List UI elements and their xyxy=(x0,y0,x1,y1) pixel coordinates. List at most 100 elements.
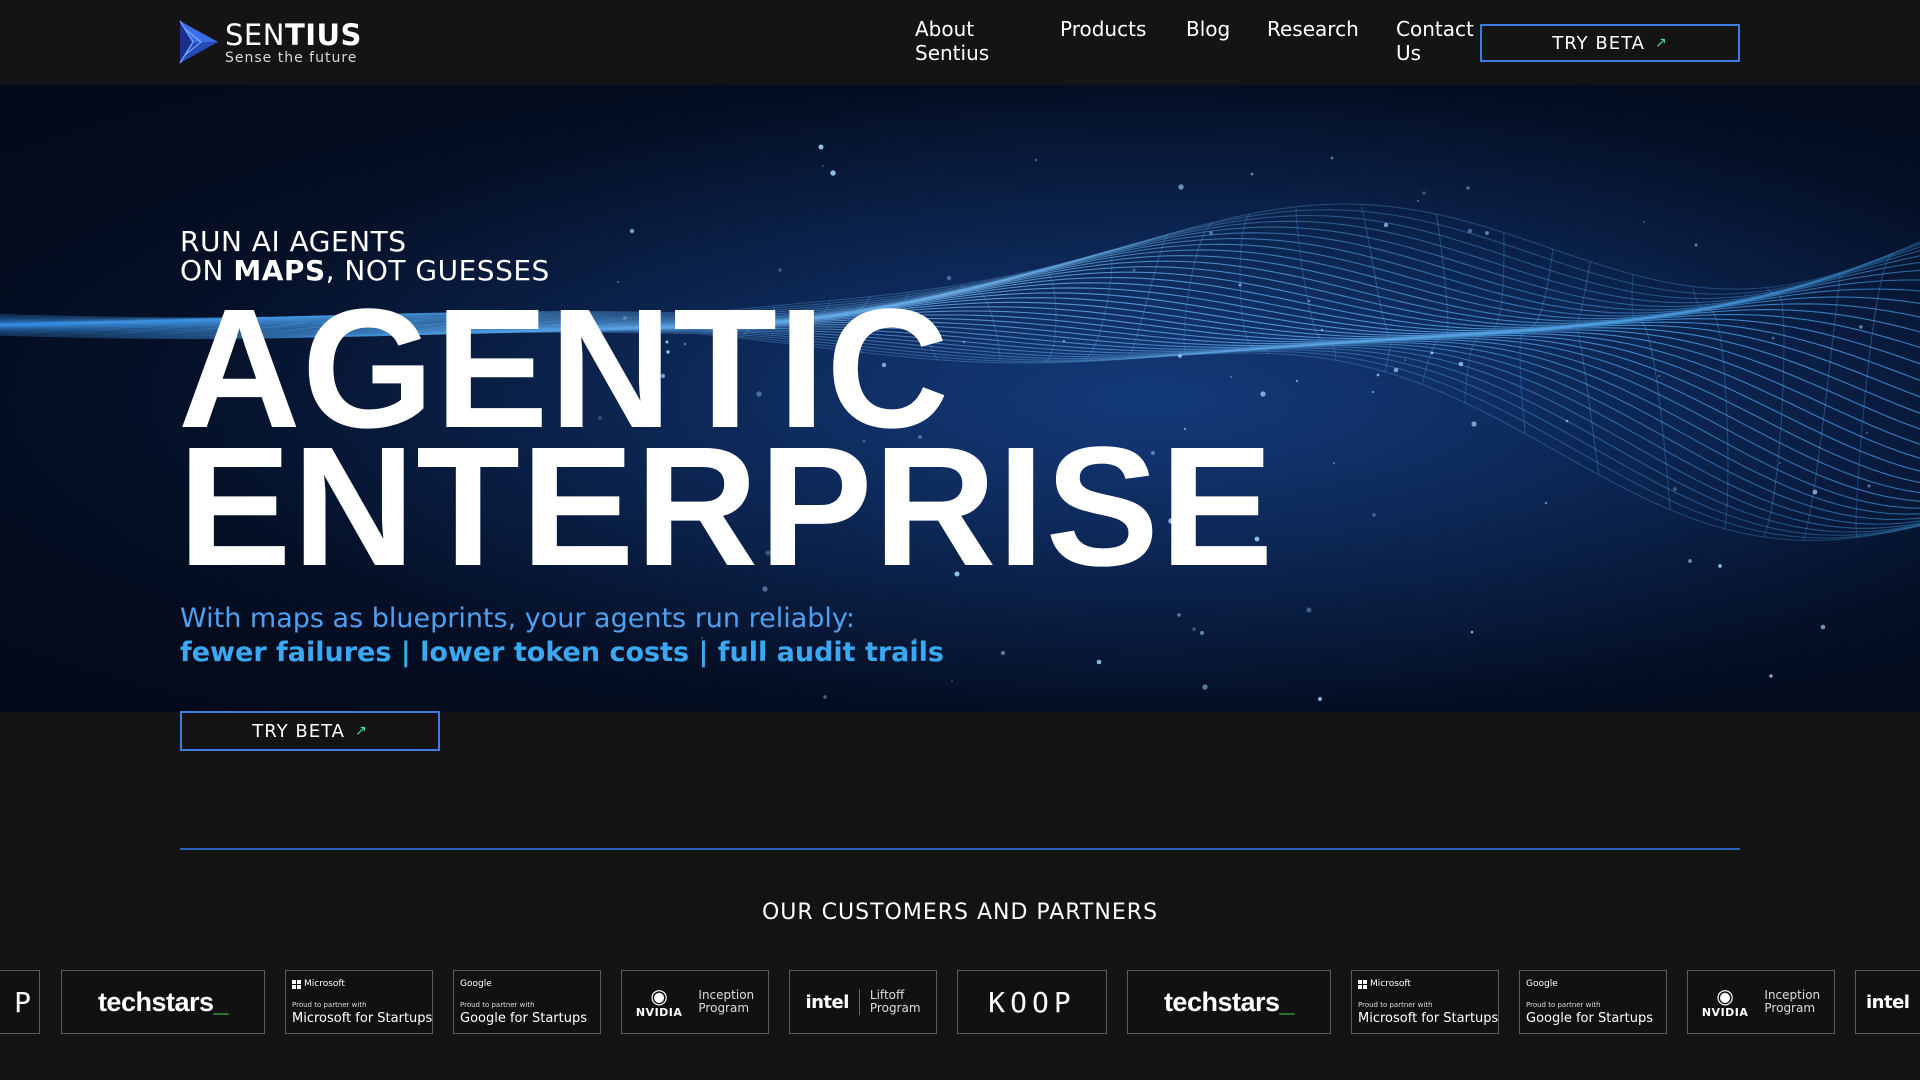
sparkle-dot xyxy=(1673,487,1677,491)
sparkle-dot xyxy=(1200,631,1204,635)
koop-logo-partial: P xyxy=(14,985,36,1019)
sparkle-dot xyxy=(1096,659,1102,665)
nvidia-eye-icon: ◉ xyxy=(650,983,668,1008)
header-try-beta-button[interactable]: TRY BETA ↗ xyxy=(1480,24,1740,62)
hero-try-beta-label: TRY BETA xyxy=(252,720,345,742)
partner-card-koop: KOOP xyxy=(957,970,1107,1034)
nav-about-line1: About xyxy=(915,17,975,41)
sparkle-dot xyxy=(1330,156,1334,160)
google-proud: Proud to partner with xyxy=(1526,1001,1601,1009)
sparkle-dot xyxy=(1238,283,1242,287)
nav-research[interactable]: Research xyxy=(1267,17,1359,41)
sparkle-dot xyxy=(1383,222,1389,228)
sparkle-dot xyxy=(1296,380,1298,382)
sparkle-dot xyxy=(778,268,782,272)
sparkle-dot xyxy=(1771,336,1775,340)
microsoft-squares-icon xyxy=(292,979,301,989)
sparkle-dot xyxy=(1812,489,1818,495)
sparkle-dot xyxy=(1565,419,1569,423)
nav-about-sentius[interactable]: About Sentius xyxy=(915,17,989,65)
techstars-underscore: _ xyxy=(1279,986,1295,1017)
nvidia-word: NVIDIA xyxy=(1701,1005,1749,1019)
hero-try-beta-button[interactable]: TRY BETA ↗ xyxy=(180,711,440,751)
sparkle-dot xyxy=(629,228,635,234)
logo-name-bold: TIUS xyxy=(284,18,362,52)
sparkle-dot xyxy=(1307,299,1311,303)
google-main: Google for Startups xyxy=(1526,1011,1654,1026)
sparkle-dot xyxy=(1769,674,1773,678)
logo-name-light: SEN xyxy=(225,18,285,52)
intel-prog-line2: Program xyxy=(869,1001,921,1015)
sparkle-dot xyxy=(1333,462,1335,464)
nvidia-prog-line2: Program xyxy=(1764,1001,1816,1015)
sparkle-dot xyxy=(1658,375,1660,377)
sparkle-dot xyxy=(1178,354,1182,358)
microsoft-proud: Proud to partner with xyxy=(1358,1001,1433,1009)
koop-logo: KOOP xyxy=(988,985,1076,1019)
sparkle-dot xyxy=(1404,359,1406,361)
sparkle-dot xyxy=(1250,172,1254,176)
microsoft-proud: Proud to partner with xyxy=(292,1001,367,1009)
partners-title: OUR CUSTOMERS AND PARTNERS xyxy=(761,900,1159,925)
nav-products[interactable]: Products xyxy=(1060,17,1146,41)
hero-kicker-line1: RUN AI AGENTS xyxy=(180,225,407,258)
sparkle-dot xyxy=(1035,159,1037,161)
sparkle-dot xyxy=(823,695,827,699)
sentius-triangle-logo-icon xyxy=(179,20,218,64)
sparkle-dot xyxy=(1694,243,1698,247)
nvidia-logo: ◉ NVIDIA xyxy=(636,986,683,1019)
nvidia-prog-line2: Program xyxy=(698,1001,750,1015)
microsoft-main: Microsoft for Startups xyxy=(1358,1011,1499,1026)
google-brand: Google xyxy=(1526,979,1558,989)
sparkle-dot xyxy=(1192,627,1196,631)
partner-card-intel: intel Liftoff Program xyxy=(789,970,937,1034)
techstars-underscore: _ xyxy=(213,986,229,1017)
sparkle-dot xyxy=(1470,630,1474,634)
arrow-up-right-icon: ↗ xyxy=(354,723,368,739)
logo-wordmark: SENTIUS xyxy=(225,20,362,50)
nav-contact-us[interactable]: Contact Us xyxy=(1396,17,1474,65)
sentius-logo[interactable]: SENTIUS Sense the future xyxy=(179,20,362,66)
hero-highlights: fewer failures | lower token costs | ful… xyxy=(180,637,944,668)
sparkle-dot xyxy=(1688,559,1692,563)
sparkle-dot xyxy=(1859,325,1863,329)
microsoft-main: Microsoft for Startups xyxy=(292,1011,433,1026)
techstars-logo: techstars_ xyxy=(97,986,229,1018)
hero-title-line2: ENTERPRISE xyxy=(178,412,1275,602)
sparkle-dot xyxy=(1417,200,1419,202)
arrow-up-right-icon: ↗ xyxy=(1654,35,1668,51)
sparkle-dot xyxy=(1422,191,1426,195)
sparkle-dot xyxy=(1260,391,1266,397)
google-main: Google for Startups xyxy=(460,1011,588,1026)
nav-contact-line1: Contact xyxy=(1396,17,1474,41)
techstars-word: techstars xyxy=(1163,986,1280,1017)
sparkle-dot xyxy=(1001,651,1005,655)
section-divider xyxy=(180,848,1740,850)
nvidia-eye-icon: ◉ xyxy=(1716,983,1734,1008)
logo-tagline: Sense the future xyxy=(225,50,358,66)
sparkle-dot xyxy=(818,144,824,150)
sparkle-dot xyxy=(1866,432,1868,434)
partner-card-koop-partial: P xyxy=(0,970,40,1034)
sparkle-dot xyxy=(1471,421,1477,427)
techstars-word: techstars xyxy=(97,986,214,1017)
sparkle-dot xyxy=(1317,696,1323,702)
sparkle-dot xyxy=(1544,501,1548,505)
partner-card-nvidia: ◉ NVIDIA Inception Program xyxy=(621,970,769,1034)
nav-about-line2: Sentius xyxy=(915,41,990,65)
partner-card-google: Google Proud to partner with Google for … xyxy=(453,970,601,1034)
sparkle-dot xyxy=(1376,373,1380,377)
nav-blog[interactable]: Blog xyxy=(1186,17,1230,41)
microsoft-brand: Microsoft xyxy=(1370,979,1411,989)
nvidia-word: NVIDIA xyxy=(635,1005,683,1019)
sparkle-dot xyxy=(1306,607,1312,613)
header-try-beta-label: TRY BETA xyxy=(1552,32,1645,54)
hero-subtitle: With maps as blueprints, your agents run… xyxy=(180,603,856,634)
partner-card-intel-partial: intel xyxy=(1855,970,1920,1034)
site-header: SENTIUS Sense the future About Sentius P… xyxy=(0,0,1920,85)
sparkle-dot xyxy=(1458,361,1464,367)
sparkle-dot xyxy=(1372,513,1376,517)
sparkle-dot xyxy=(1820,624,1826,630)
partner-card-nvidia-2: ◉ NVIDIA Inception Program xyxy=(1687,970,1835,1034)
partner-card-microsoft: Microsoft Proud to partner with Microsof… xyxy=(285,970,433,1034)
